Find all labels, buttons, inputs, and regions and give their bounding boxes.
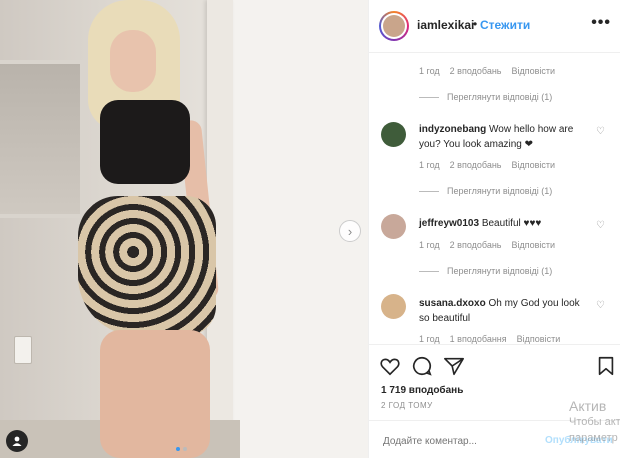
comment-time: 1 год [419,160,440,170]
instagram-post-modal: › iamlexikai • Стежити ••• 1 год 2 вподо… [0,0,620,458]
more-options-icon[interactable]: ••• [591,14,611,32]
comment-likes[interactable]: 2 вподобань [450,160,502,170]
patterned-skirt [78,196,216,336]
username-link[interactable]: iamlexikai [417,18,474,32]
watermark-line3: параметр [569,432,618,444]
likes-count[interactable]: 1 719 вподобань [381,385,463,396]
comment-text: jeffreyw0103 Beautiful ♥♥♥ [419,216,591,231]
like-comment-heart-icon[interactable]: ♡ [596,300,605,311]
commenter-username[interactable]: susana.dxoxo [419,298,486,309]
commenter-avatar[interactable] [381,122,406,147]
wall-outlet [14,336,32,364]
comment-meta: 1 год 2 вподобань Відповісти [419,66,555,76]
face [110,30,156,92]
person-figure [60,0,230,458]
avatar-border [381,13,407,39]
view-replies-button[interactable]: Переглянути відповіді (1) [419,92,552,102]
comment-time: 1 год [419,334,440,344]
commenter-username[interactable]: jeffreyw0103 [419,218,479,229]
comment-time: 1 год [419,240,440,250]
reply-button[interactable]: Відповісти [512,240,556,250]
post-header: iamlexikai • Стежити ••• [369,0,620,53]
follow-button[interactable]: Стежити [480,18,530,32]
replies-line [419,270,439,272]
comment-text: indyzonebang Wow hello how are you? You … [419,122,591,152]
reply-button[interactable]: Відповісти [512,160,556,170]
carousel-dot-active [176,447,180,451]
post-photo[interactable]: › [0,0,368,458]
view-replies-button[interactable]: Переглянути відповіді (1) [419,266,552,276]
comment-likes[interactable]: 2 вподобань [450,66,502,76]
comment-input[interactable] [381,431,545,451]
share-direct-icon[interactable] [443,355,465,377]
view-replies-label: Переглянути відповіді (1) [447,92,553,102]
carousel-dots [176,447,187,451]
comment-text: susana.dxoxo Oh my God you look so beaut… [419,296,591,326]
view-replies-button[interactable]: Переглянути відповіді (1) [419,186,552,196]
like-comment-heart-icon[interactable]: ♡ [596,126,605,137]
like-heart-icon[interactable] [379,355,401,377]
replies-line [419,190,439,192]
avatar-image [383,15,405,37]
person-icon [12,436,22,446]
like-comment-heart-icon[interactable]: ♡ [596,220,605,231]
black-top [100,100,190,184]
comment-bubble-icon[interactable] [411,355,433,377]
comment-meta: 1 год 1 вподобання Відповісти [419,334,560,344]
post-time: 2 ГОД ТОМУ [381,401,433,410]
user-tag-icon[interactable] [6,430,28,452]
watermark-line2: Чтобы акт [569,416,620,428]
reply-button[interactable]: Відповісти [512,66,556,76]
comment-likes[interactable]: 2 вподобань [450,240,502,250]
post-sidebar: iamlexikai • Стежити ••• 1 год 2 вподоба… [368,0,620,458]
carousel-dot [183,447,187,451]
separator-dot: • [473,17,478,31]
view-replies-label: Переглянути відповіді (1) [447,186,553,196]
legs [100,330,210,458]
comments-list[interactable]: 1 год 2 вподобань Відповісти Переглянути… [369,52,620,344]
next-photo-chevron-icon[interactable]: › [339,220,361,242]
watermark-line1: Актив [569,398,607,414]
comment-body: Beautiful ♥♥♥ [481,218,542,229]
comment-meta: 1 год 2 вподобань Відповісти [419,160,555,170]
comment-meta: 1 год 2 вподобань Відповісти [419,240,555,250]
reply-button[interactable]: Відповісти [517,334,561,344]
commenter-username[interactable]: indyzonebang [419,124,486,135]
replies-line [419,96,439,98]
commenter-avatar[interactable] [381,214,406,239]
avatar[interactable] [379,11,409,41]
commenter-avatar[interactable] [381,294,406,319]
comment-time: 1 год [419,66,440,76]
comment-likes[interactable]: 1 вподобання [450,334,507,344]
view-replies-label: Переглянути відповіді (1) [447,266,553,276]
save-bookmark-icon[interactable] [595,355,617,377]
